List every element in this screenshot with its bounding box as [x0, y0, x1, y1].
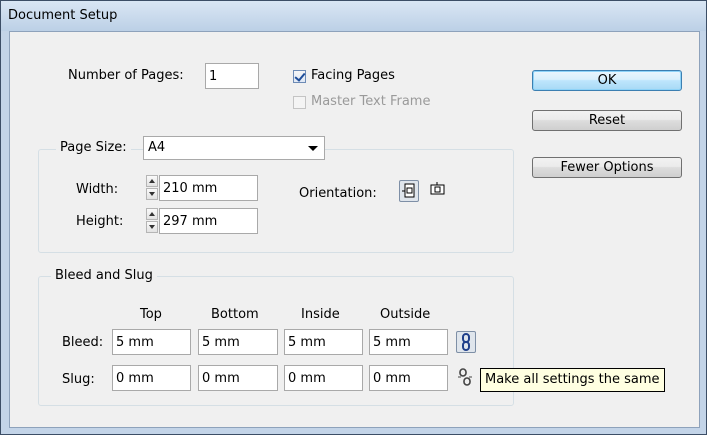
height-label: Height:	[76, 214, 124, 229]
number-of-pages-input[interactable]	[205, 63, 259, 89]
chain-link-icon	[462, 333, 470, 351]
height-input[interactable]	[159, 208, 258, 234]
page-size-select[interactable]: A4	[143, 136, 325, 160]
bleed-outside-input[interactable]	[369, 329, 448, 355]
reset-button[interactable]: Reset	[532, 110, 682, 131]
portrait-orientation-button[interactable]	[399, 180, 419, 202]
title-bar[interactable]: Document Setup	[1, 1, 706, 31]
broken-chain-link-icon	[458, 368, 472, 386]
width-label: Width:	[76, 182, 119, 197]
page-size-value: A4	[148, 140, 166, 155]
column-header-inside: Inside	[301, 307, 340, 322]
facing-pages-checkbox[interactable]	[293, 70, 306, 83]
orientation-label: Orientation:	[299, 186, 377, 201]
column-header-top: Top	[140, 307, 162, 322]
facing-pages-label: Facing Pages	[311, 68, 395, 83]
chevron-down-icon	[308, 146, 318, 151]
landscape-orientation-button[interactable]	[428, 180, 448, 202]
slug-top-input[interactable]	[112, 365, 191, 391]
slug-link-button[interactable]	[456, 367, 476, 389]
master-text-frame-checkbox[interactable]	[293, 96, 306, 109]
column-header-outside: Outside	[380, 307, 431, 322]
increment-icon[interactable]	[146, 208, 158, 220]
height-stepper[interactable]	[146, 208, 158, 234]
master-text-frame-label: Master Text Frame	[311, 94, 431, 109]
ok-button[interactable]: OK	[532, 70, 682, 91]
bleed-bottom-input[interactable]	[198, 329, 278, 355]
page-size-label: Page Size:	[56, 138, 131, 158]
landscape-page-icon	[430, 182, 445, 195]
width-input[interactable]	[159, 175, 258, 201]
slug-bottom-input[interactable]	[198, 365, 278, 391]
column-header-bottom: Bottom	[211, 307, 259, 322]
dialog-body: Number of Pages: Facing Pages Master Tex…	[9, 31, 700, 428]
width-stepper[interactable]	[146, 175, 158, 201]
document-setup-dialog: Document Setup Number of Pages: Facing P…	[0, 0, 707, 435]
slug-outside-input[interactable]	[369, 365, 448, 391]
number-of-pages-label: Number of Pages:	[68, 68, 184, 83]
bleed-inside-input[interactable]	[284, 329, 363, 355]
bleed-and-slug-label: Bleed and Slug	[51, 266, 157, 286]
decrement-icon[interactable]	[146, 188, 158, 200]
bleed-link-button[interactable]	[456, 331, 476, 353]
slug-label: Slug:	[62, 372, 95, 387]
bleed-top-input[interactable]	[112, 329, 191, 355]
increment-icon[interactable]	[146, 175, 158, 187]
tooltip: Make all settings the same	[480, 368, 665, 392]
fewer-options-button[interactable]: Fewer Options	[532, 157, 682, 178]
slug-inside-input[interactable]	[284, 365, 363, 391]
window-title: Document Setup	[8, 8, 118, 23]
portrait-page-icon	[402, 183, 415, 198]
bleed-label: Bleed:	[62, 335, 104, 350]
decrement-icon[interactable]	[146, 221, 158, 233]
